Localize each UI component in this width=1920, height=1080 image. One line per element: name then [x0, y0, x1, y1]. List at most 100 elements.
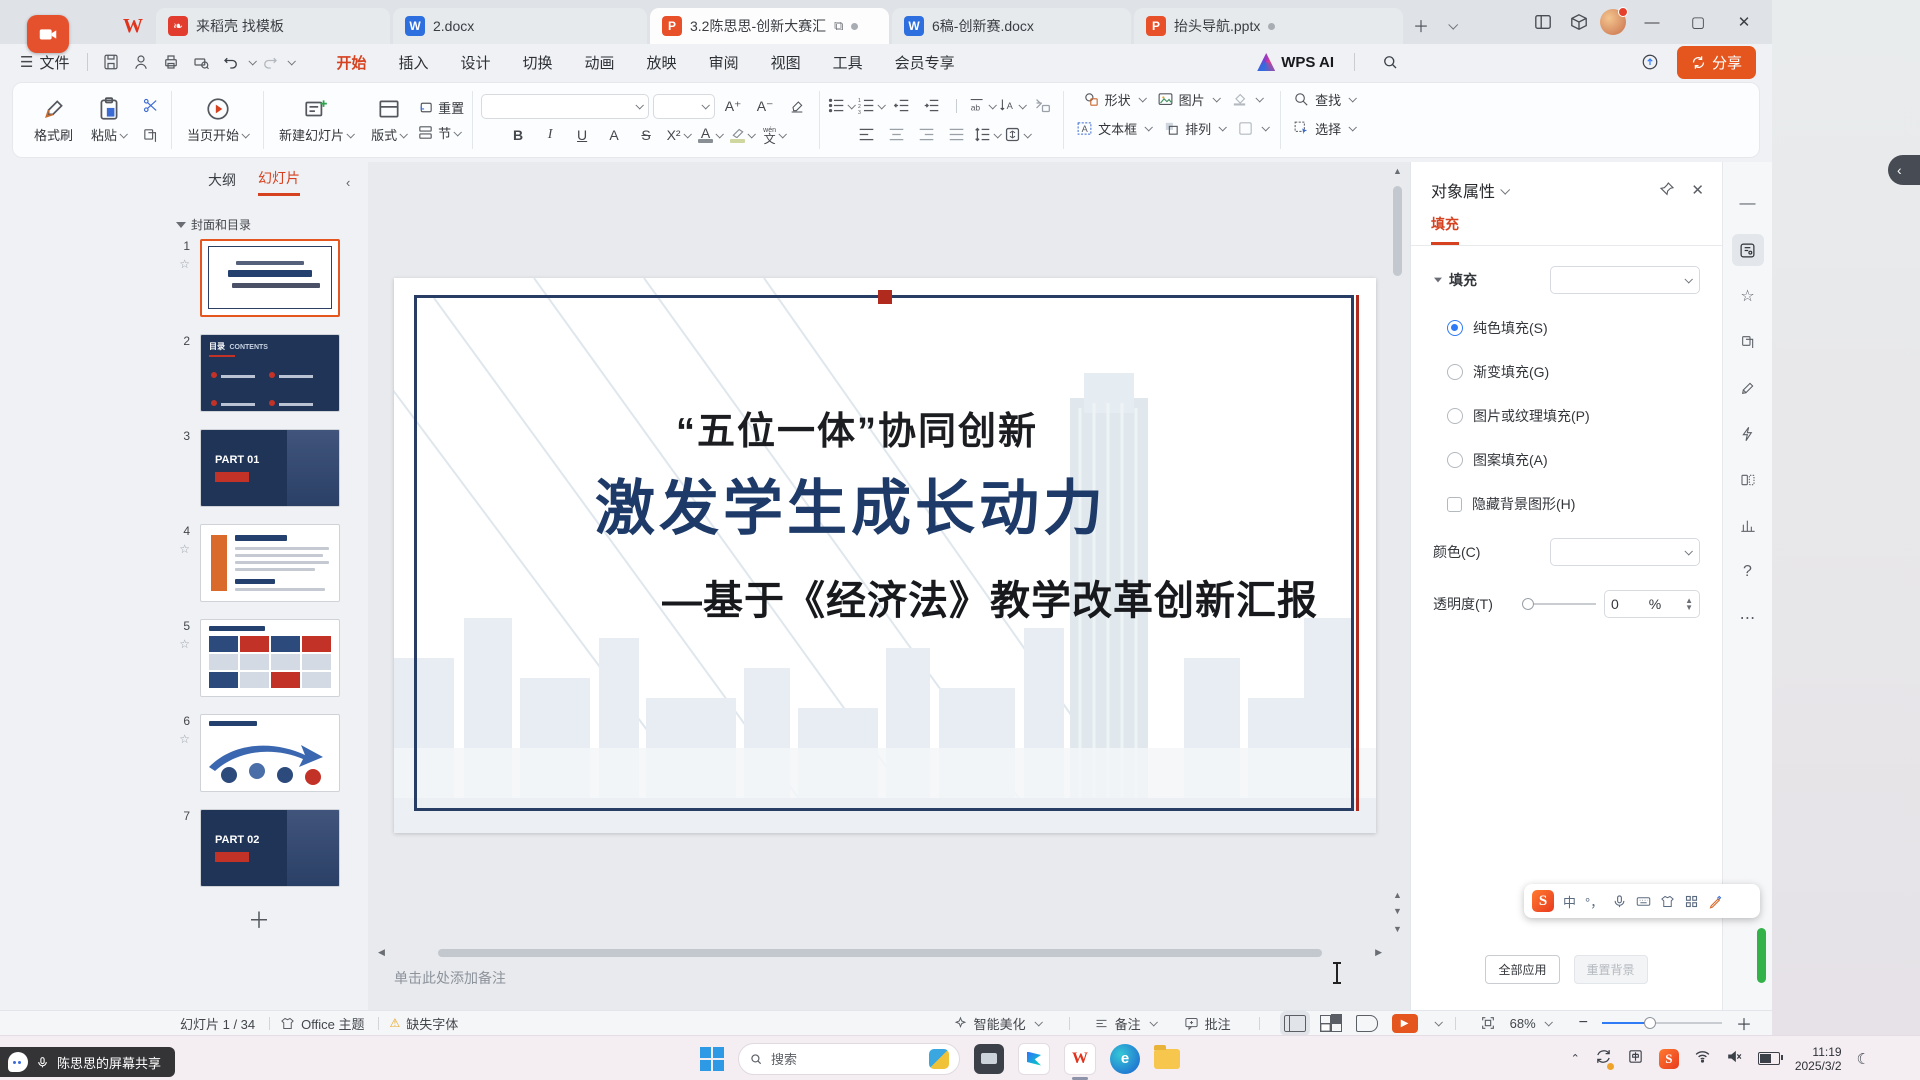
- bullets-button[interactable]: [828, 94, 854, 118]
- more-panels-icon[interactable]: ⋯: [1732, 602, 1764, 634]
- wifi-icon[interactable]: [1694, 1048, 1711, 1070]
- bold-button[interactable]: B: [504, 124, 532, 147]
- increase-indent-button[interactable]: [918, 94, 944, 118]
- toolbox-grid-icon[interactable]: [1684, 894, 1699, 909]
- scroll-right-icon[interactable]: ▶: [1375, 947, 1382, 958]
- slide-subtitle-bottom[interactable]: —基于《经济法》教学改革创新汇报: [620, 568, 1360, 626]
- tab-slideshow[interactable]: 放映: [631, 46, 693, 79]
- screen-share-indicator[interactable]: 陈思思的屏幕共享: [0, 1047, 175, 1077]
- tab-list-button[interactable]: [1436, 10, 1466, 40]
- zoom-out-button[interactable]: −: [1579, 1014, 1588, 1032]
- fit-slide-icon[interactable]: [1480, 1015, 1496, 1031]
- arrange-button[interactable]: 排列: [1159, 116, 1229, 140]
- tab-tools[interactable]: 工具: [817, 46, 879, 79]
- increase-font-button[interactable]: A⁺: [719, 95, 747, 118]
- superscript-button[interactable]: X²: [664, 124, 692, 147]
- shapes-button[interactable]: 形状: [1079, 87, 1149, 111]
- slides-tab[interactable]: 幻灯片: [258, 168, 300, 196]
- close-panel-icon[interactable]: ✕: [1691, 181, 1704, 199]
- chart-panel-icon[interactable]: [1732, 510, 1764, 542]
- apps-box-icon[interactable]: [1564, 7, 1594, 37]
- undo-button[interactable]: [218, 50, 244, 74]
- horizontal-scroll-thumb[interactable]: [438, 949, 1322, 957]
- notes-button[interactable]: 备注: [1094, 1014, 1156, 1033]
- normal-view-button[interactable]: [1284, 1015, 1306, 1032]
- convert-smartart-button[interactable]: [1029, 94, 1055, 118]
- ime-indicator-icon[interactable]: [1627, 1048, 1644, 1070]
- zoom-slider-thumb[interactable]: [1644, 1017, 1656, 1029]
- slide-thumbnail-3[interactable]: 3 PART 01: [150, 429, 368, 507]
- help-icon[interactable]: ?: [1732, 556, 1764, 588]
- tab-6gao-docx[interactable]: W 6稿-创新赛.docx: [892, 8, 1131, 44]
- find-button[interactable]: 查找: [1289, 87, 1359, 111]
- format-painter-button[interactable]: 格式刷: [27, 94, 80, 146]
- sogou-tray-icon[interactable]: S: [1659, 1049, 1679, 1069]
- pattern-fill-radio[interactable]: 图案填充(A): [1447, 450, 1700, 470]
- start-button[interactable]: [700, 1047, 724, 1071]
- transition-panel-icon[interactable]: [1732, 464, 1764, 496]
- play-options-dropdown[interactable]: [1434, 1018, 1442, 1026]
- apply-all-button[interactable]: 全部应用: [1485, 955, 1559, 984]
- clipboard-panel-icon[interactable]: [1732, 326, 1764, 358]
- tab-taitou-pptx[interactable]: P 抬头导航.pptx: [1134, 8, 1403, 44]
- underline-button[interactable]: U: [568, 124, 596, 147]
- tab-insert[interactable]: 插入: [382, 46, 444, 79]
- sync-icon[interactable]: [1595, 1048, 1612, 1070]
- zoom-slider[interactable]: [1602, 1022, 1722, 1024]
- punctuation-icon[interactable]: °，: [1585, 892, 1603, 911]
- skin-icon[interactable]: [1660, 894, 1675, 909]
- wps-ai-button[interactable]: WPS AI: [1257, 53, 1334, 71]
- taskbar-app-feishu[interactable]: [1018, 1043, 1050, 1075]
- text-direction-button[interactable]: ab: [969, 94, 995, 118]
- tab-view[interactable]: 视图: [755, 46, 817, 79]
- chinese-mode-icon[interactable]: 中: [1563, 892, 1576, 911]
- tab-active-presentation[interactable]: P 3.2陈思思-创新大赛汇 ⧉: [650, 8, 889, 44]
- color-combobox[interactable]: [1550, 538, 1700, 566]
- tray-expand-icon[interactable]: ⌃: [1571, 1052, 1580, 1065]
- star-icon[interactable]: ☆: [179, 637, 190, 651]
- minimize-button[interactable]: —: [1632, 5, 1672, 39]
- align-left-button[interactable]: [854, 123, 880, 147]
- favorites-icon[interactable]: ☆: [1732, 280, 1764, 312]
- tab-docer[interactable]: ❧ 来稻壳 找模板: [156, 8, 390, 44]
- transparency-input[interactable]: 0 % ▲▼: [1604, 590, 1700, 618]
- layout-button[interactable]: 版式: [364, 94, 413, 146]
- phonetic-guide-button[interactable]: wén文: [760, 124, 788, 147]
- zoom-value[interactable]: 68%: [1510, 1016, 1551, 1031]
- search-icon[interactable]: [1377, 50, 1403, 74]
- textbox-button[interactable]: A 文本框: [1072, 116, 1155, 140]
- font-name-combobox[interactable]: [481, 94, 649, 119]
- section-button[interactable]: 节: [417, 123, 464, 142]
- tab-home[interactable]: 开始: [320, 46, 382, 79]
- tab-2docx[interactable]: W 2.docx: [393, 8, 647, 44]
- new-slide-button[interactable]: 新建幻灯片: [272, 94, 360, 146]
- search-camera-icon[interactable]: [929, 1049, 949, 1069]
- outline-tab[interactable]: 大纲: [208, 170, 236, 195]
- fill-section-triangle[interactable]: [1434, 278, 1442, 283]
- copy-button[interactable]: [137, 123, 163, 147]
- transparency-slider[interactable]: [1526, 603, 1596, 605]
- quickbar-dropdown[interactable]: [288, 57, 296, 65]
- decrease-indent-button[interactable]: [888, 94, 914, 118]
- upload-cloud-icon[interactable]: [1637, 50, 1663, 74]
- screen-record-badge[interactable]: [27, 15, 69, 53]
- gradient-fill-radio[interactable]: 渐变填充(G): [1447, 362, 1700, 382]
- volume-muted-icon[interactable]: [1726, 1048, 1743, 1070]
- start-from-current-button[interactable]: 当页开始: [180, 94, 255, 146]
- slide-sorter-view-button[interactable]: [1320, 1015, 1342, 1032]
- sidebar-collapse-handle[interactable]: ‹: [1888, 155, 1920, 185]
- highlight-button[interactable]: [728, 124, 756, 147]
- vertical-scrollbar[interactable]: ▲ ▲ ▼ ▼: [1391, 166, 1404, 940]
- sogou-logo-icon[interactable]: S: [1532, 890, 1554, 912]
- slide-thumbnail-1[interactable]: 1☆: [150, 239, 368, 317]
- share-button[interactable]: 分享: [1677, 46, 1756, 79]
- solid-fill-radio[interactable]: 纯色填充(S): [1447, 318, 1700, 338]
- vertical-scroll-thumb[interactable]: [1393, 186, 1402, 276]
- taskbar-search[interactable]: 搜索: [738, 1043, 960, 1075]
- print-button[interactable]: [158, 50, 184, 74]
- taskbar-file-explorer[interactable]: [1154, 1049, 1180, 1069]
- line-spacing-button[interactable]: [974, 123, 1000, 147]
- slideshow-play-button[interactable]: ▶: [1392, 1014, 1418, 1033]
- taskbar-app-edge[interactable]: e: [1110, 1044, 1140, 1074]
- close-button[interactable]: ✕: [1724, 5, 1764, 39]
